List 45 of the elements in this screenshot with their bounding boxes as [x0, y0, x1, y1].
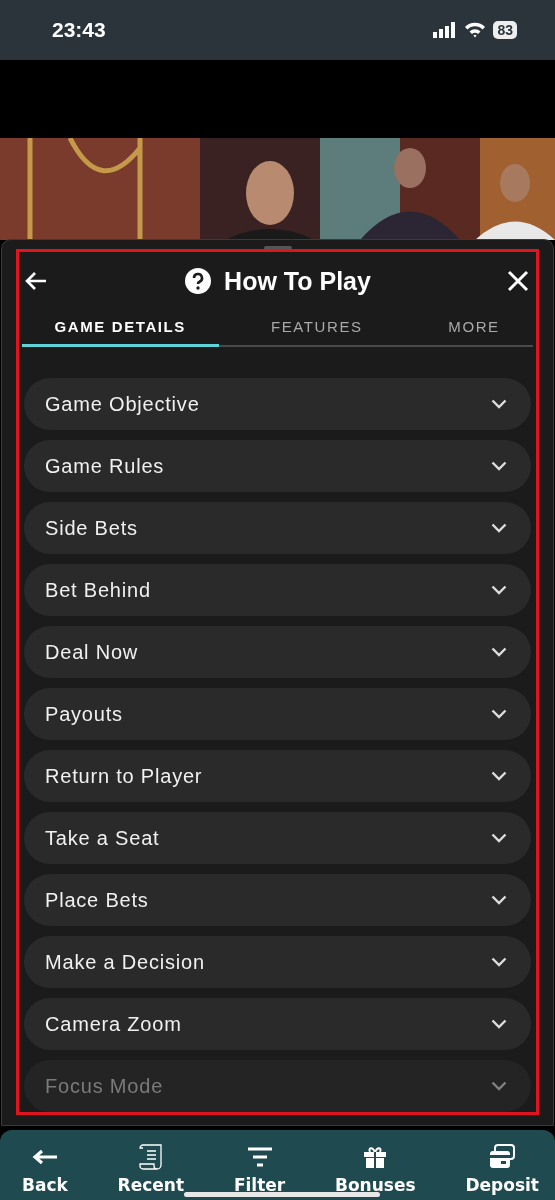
accordion-row[interactable]: Side Bets [24, 502, 531, 554]
accordion-row[interactable]: Bet Behind [24, 564, 531, 616]
tab[interactable]: GAME DETAILS [22, 312, 219, 347]
nav-button[interactable]: Back [22, 1142, 68, 1200]
nav-button[interactable]: Filter [233, 1142, 286, 1200]
accordion-row[interactable]: Place Bets [24, 874, 531, 926]
battery-level: 83 [493, 21, 517, 39]
accordion-row[interactable]: Return to Player [24, 750, 531, 802]
chevron-down-icon [491, 709, 507, 719]
tab[interactable]: FEATURES [218, 312, 416, 347]
accordion-row[interactable]: Game Rules [24, 440, 531, 492]
gift-icon [363, 1145, 388, 1169]
accordion-row[interactable]: Take a Seat [24, 812, 531, 864]
signal-icon [433, 22, 458, 38]
chevron-down-icon [491, 585, 507, 595]
wifi-icon [464, 22, 487, 38]
chevron-down-icon [491, 523, 507, 533]
nav-button[interactable]: Bonuses [335, 1142, 416, 1200]
chevron-down-icon [491, 399, 507, 409]
accordion-row[interactable]: Camera Zoom [24, 998, 531, 1050]
left-arrow-icon [31, 1149, 58, 1165]
back-arrow-icon[interactable] [24, 271, 48, 291]
help-icon [184, 267, 213, 295]
filter-icon [246, 1146, 273, 1168]
chevron-down-icon [491, 647, 507, 657]
tab[interactable]: MORE [415, 312, 533, 347]
chevron-down-icon [491, 833, 507, 843]
accordion-row[interactable]: Deal Now [24, 626, 531, 678]
card-icon [489, 1144, 516, 1170]
chevron-down-icon [491, 461, 507, 471]
scroll-icon [137, 1143, 164, 1171]
nav-button[interactable]: Recent [117, 1142, 185, 1200]
chevron-down-icon [491, 771, 507, 781]
accordion-row[interactable]: Make a Decision [24, 936, 531, 988]
chevron-down-icon [491, 895, 507, 905]
chevron-down-icon [491, 1081, 507, 1091]
close-icon[interactable] [507, 270, 529, 292]
chevron-down-icon [491, 957, 507, 967]
status-time: 23:43 [52, 18, 106, 42]
accordion-row[interactable]: Game Objective [24, 378, 531, 430]
accordion-row[interactable]: Payouts [24, 688, 531, 740]
dialog-title: How To Play [224, 266, 371, 296]
chevron-down-icon [491, 1019, 507, 1029]
nav-button[interactable]: Deposit [465, 1142, 539, 1200]
accordion-row[interactable]: Focus Mode [24, 1060, 531, 1112]
